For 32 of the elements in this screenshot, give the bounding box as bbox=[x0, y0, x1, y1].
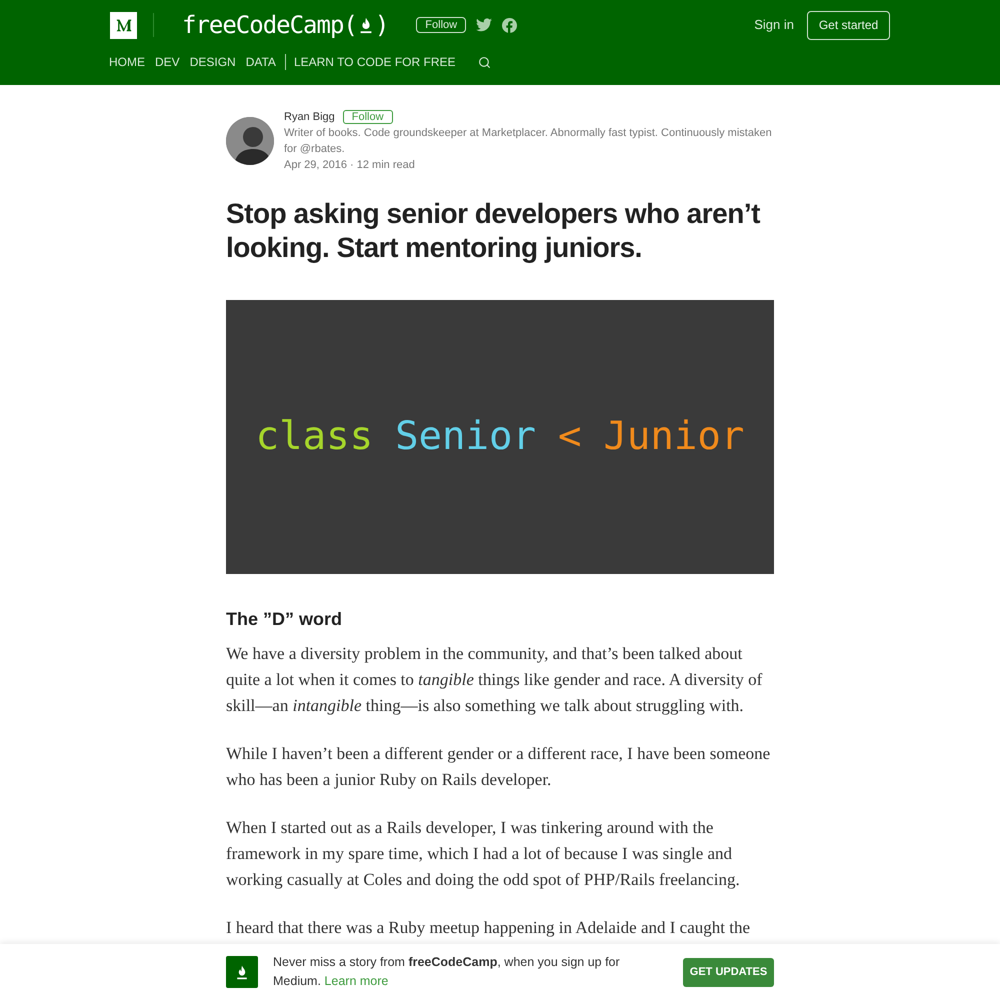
nav-link[interactable]: DEV bbox=[155, 53, 180, 71]
sign-in-link[interactable]: Sign in bbox=[754, 15, 794, 35]
paragraph: We have a diversity problem in the community, and that’s been talked about quite a lot when it comes to tangible things like gender and race. A diversity of skill—an intangible thing—is also something we talk about struggling with. bbox=[226, 643, 764, 717]
search-icon[interactable] bbox=[478, 56, 491, 68]
medium-logo-icon[interactable] bbox=[110, 12, 137, 38]
nav-link[interactable]: LEARN TO CODE FOR FREE bbox=[294, 53, 456, 71]
paragraph: I heard that there was a Ruby meetup happening in Adelaide and I caught the bbox=[226, 917, 751, 939]
signup-message: Never miss a story from freeCodeCamp, when you sign up for Medium. Learn more bbox=[273, 954, 621, 990]
get-started-button[interactable]: Get started bbox=[807, 10, 890, 40]
code-token: class bbox=[256, 412, 374, 461]
paragraph: When I started out as a Rails developer, I was tinkering around with the framework in my spare time, which I had a lot of because I was single and working casually at Coles and doing the odd spot of PHP/Rails freelancing. bbox=[226, 817, 741, 891]
nav-link[interactable]: DESIGN bbox=[190, 53, 236, 71]
twitter-icon[interactable] bbox=[476, 18, 492, 32]
post-meta: Apr 29, 2016 · 12 min read bbox=[284, 158, 416, 173]
paragraph: While I haven’t been a different gender or a different race, I have been someone who has been a junior Ruby on Rails developer. bbox=[226, 743, 772, 791]
code-token: Junior bbox=[603, 412, 744, 461]
section-heading: The ”D” word bbox=[226, 608, 343, 631]
follow-button[interactable]: Follow bbox=[416, 17, 466, 33]
author-name[interactable]: Ryan Bigg bbox=[284, 109, 335, 125]
author-bio: Writer of books. Code groundskeeper at Marketplacer. Abnormally fast typist. Continuously mistaken for @rbates. bbox=[284, 126, 773, 157]
author-follow-button[interactable]: Follow bbox=[342, 110, 393, 124]
freecodecamp-logo[interactable]: freeCodeCamp( ) bbox=[182, 7, 388, 43]
flame-icon bbox=[234, 964, 250, 980]
get-updates-button[interactable]: GET UPDATES bbox=[683, 958, 774, 986]
avatar[interactable] bbox=[226, 117, 274, 165]
article-title: Stop asking senior developers who aren’t looking. Start mentoring juniors. bbox=[226, 197, 762, 265]
learn-more-link[interactable]: Learn more bbox=[324, 974, 388, 988]
nav-link[interactable]: DATA bbox=[246, 53, 276, 71]
nav-link[interactable]: HOME bbox=[109, 53, 145, 71]
code-token: Senior bbox=[395, 412, 536, 461]
code-token: < bbox=[558, 412, 582, 461]
facebook-icon[interactable] bbox=[502, 18, 518, 32]
